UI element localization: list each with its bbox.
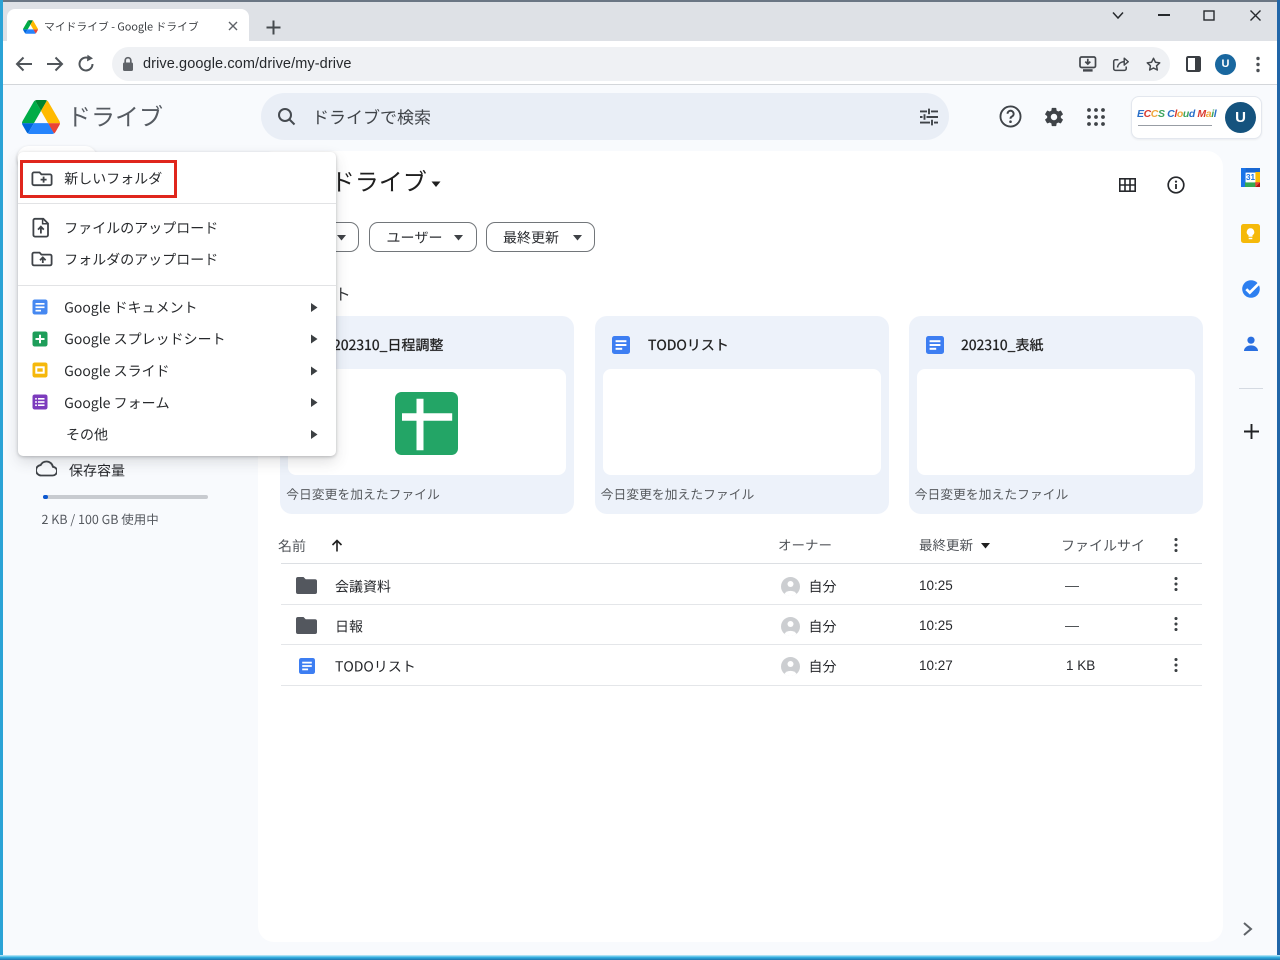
svg-text:31: 31 (1246, 173, 1256, 182)
